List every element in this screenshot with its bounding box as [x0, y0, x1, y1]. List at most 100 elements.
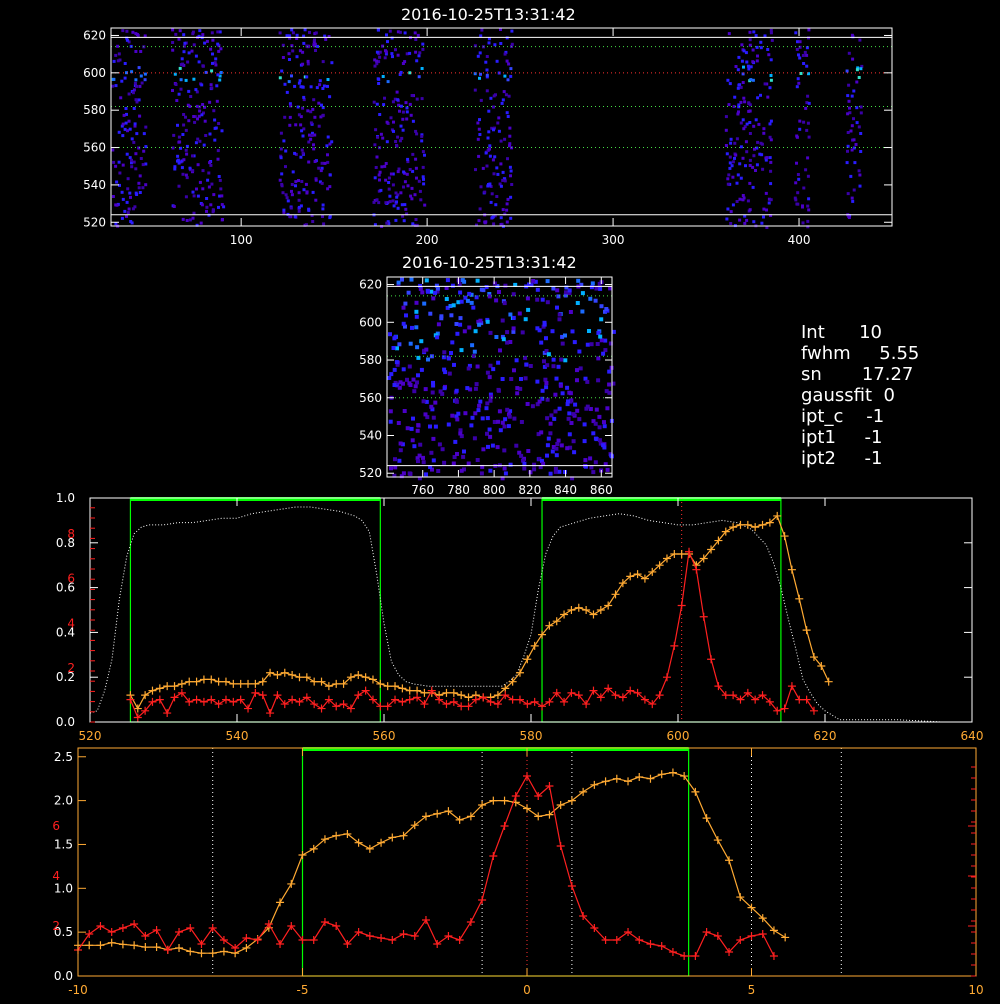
top-heatmap-pixel: [139, 74, 143, 78]
mid-heatmap-pixel: [487, 294, 492, 299]
spectrum-red-point: [677, 601, 686, 610]
top-heatmap-pixel: [764, 191, 768, 195]
top-heatmap-pixel: [486, 136, 490, 140]
spectrum-red-point: [214, 700, 223, 709]
top-heatmap-pixel: [379, 132, 383, 136]
mid-heatmap-pixel: [391, 346, 396, 350]
top-heatmap-pixel: [278, 31, 282, 35]
top-heatmap-pixel: [418, 189, 422, 193]
mid-heatmap-pixel: [551, 357, 556, 362]
offset-orange-point: [691, 787, 700, 796]
mid-heatmap-pixel: [607, 369, 612, 374]
spectrum-orange-point: [376, 679, 385, 688]
mid-heatmap-pixel: [471, 305, 476, 310]
mid-heatmap-pixel: [492, 281, 497, 286]
top-heatmap-pixel: [378, 170, 382, 174]
top-heatmap-pixel: [131, 207, 135, 211]
mid-heatmap-pixel: [485, 416, 490, 421]
spectrum-orange-point: [214, 677, 223, 686]
mid-heatmap-pixel: [553, 392, 558, 397]
top-heatmap-pixel: [210, 86, 214, 90]
top-heatmap-pixel: [131, 91, 135, 95]
spectrum-red-point: [508, 695, 517, 704]
mid-heatmap-pixel: [603, 348, 608, 353]
top-heatmap-pixel: [767, 53, 771, 57]
top-heatmap-pixel: [410, 94, 414, 97]
top-heatmap-pixel: [111, 84, 115, 88]
top-heatmap-pixel: [479, 185, 483, 189]
top-heatmap-pixel: [311, 220, 315, 223]
top-heatmap-pixel: [414, 218, 418, 221]
mid-heatmap-pixel: [605, 406, 610, 411]
spectrum-orange-point: [229, 679, 238, 688]
mid-heatmap-pixel: [548, 421, 553, 426]
offset-orange-point: [118, 940, 127, 949]
spectrum-red-point: [339, 700, 348, 709]
top-heatmap-pixel: [748, 103, 752, 107]
top-heatmap-pixel: [752, 154, 756, 158]
spectrum-green-box: [541, 498, 782, 723]
top-heatmap-pixel: [751, 185, 755, 189]
top-heatmap-pixel: [216, 30, 220, 34]
top-heatmap-pixel: [218, 178, 222, 182]
mid-heatmap-pixel: [459, 468, 464, 473]
spectrum-orange-point: [332, 679, 341, 688]
top-heatmap-pixel: [185, 176, 189, 180]
offset-orange-point: [713, 836, 722, 845]
spectrum-orange-point: [361, 673, 370, 682]
spectrum-red-point: [486, 697, 495, 706]
mid-heatmap-pixel: [491, 367, 496, 372]
top-heatmap-pixel: [377, 82, 381, 85]
top-heatmap-pixel: [735, 137, 739, 141]
top-heatmap-pixel: [310, 134, 314, 137]
top-heatmap-pixel: [859, 132, 863, 135]
top-heatmap-pixel: [138, 84, 142, 88]
top-heatmap-pixel: [738, 162, 742, 166]
mid-heatmap-pixel: [488, 434, 493, 439]
mid-heatmap-pixel: [416, 459, 420, 464]
mid-heatmap-pixel: [550, 329, 555, 334]
top-heatmap-pixel: [403, 203, 407, 207]
top-heatmap-pixel: [489, 200, 493, 204]
mid-heatmap-pixel: [439, 316, 444, 321]
top-heatmap-pixel: [320, 161, 324, 165]
top-heatmap-pixel: [394, 140, 398, 143]
top-heatmap-pixel: [384, 162, 388, 165]
mid-heatmap-pixel: [445, 278, 450, 283]
mid-heatmap-pixel: [401, 321, 406, 326]
mid-heatmap-pixel: [389, 466, 393, 471]
top-heatmap-pixel: [191, 190, 195, 194]
offset-red-point: [713, 932, 722, 940]
top-heatmap-pixel: [495, 59, 499, 63]
top-heatmap-pixel: [748, 164, 752, 167]
top-heatmap-pixel: [738, 218, 742, 222]
offset-orange-point: [287, 879, 296, 888]
top-heatmap-pixel: [213, 118, 217, 122]
top-heatmap-pixel: [755, 45, 759, 49]
top-heatmap-pixel: [505, 220, 509, 224]
top-heatmap-pixel: [191, 154, 194, 158]
mid-xtick-label: 860: [590, 483, 613, 497]
mid-heatmap-pixel: [495, 445, 500, 450]
spectrum-xtick-label: 600: [667, 729, 690, 743]
top-heatmap-pixel: [176, 123, 179, 127]
fit-info-box: Int 10 fwhm 5.55 sn 17.27 gaussfit 0 ipt…: [801, 322, 919, 469]
mid-heatmap-pixel: [545, 363, 550, 368]
info-gaussfit: gaussfit 0: [801, 385, 895, 406]
top-heatmap-pixel: [802, 62, 806, 65]
spectrum-orange-point: [148, 686, 157, 695]
mid-xtick-label: 760: [411, 483, 434, 497]
top-heatmap-pixel: [409, 194, 413, 198]
mid-heatmap-pixel: [596, 356, 601, 361]
top-heatmap-pixel: [508, 144, 511, 148]
top-heatmap-pixel: [177, 161, 181, 165]
top-heatmap-pixel: [130, 158, 133, 162]
mid-heatmap-pixel: [512, 416, 517, 421]
offset-red-point: [657, 942, 666, 950]
top-heatmap-pixel: [476, 137, 480, 141]
top-heatmap-pixel: [795, 161, 798, 165]
top-heatmap-pixel: [201, 33, 205, 37]
top-heatmap-pixel: [210, 31, 214, 35]
top-heatmap-pixel: [851, 199, 855, 203]
offset-red-point: [511, 792, 520, 800]
